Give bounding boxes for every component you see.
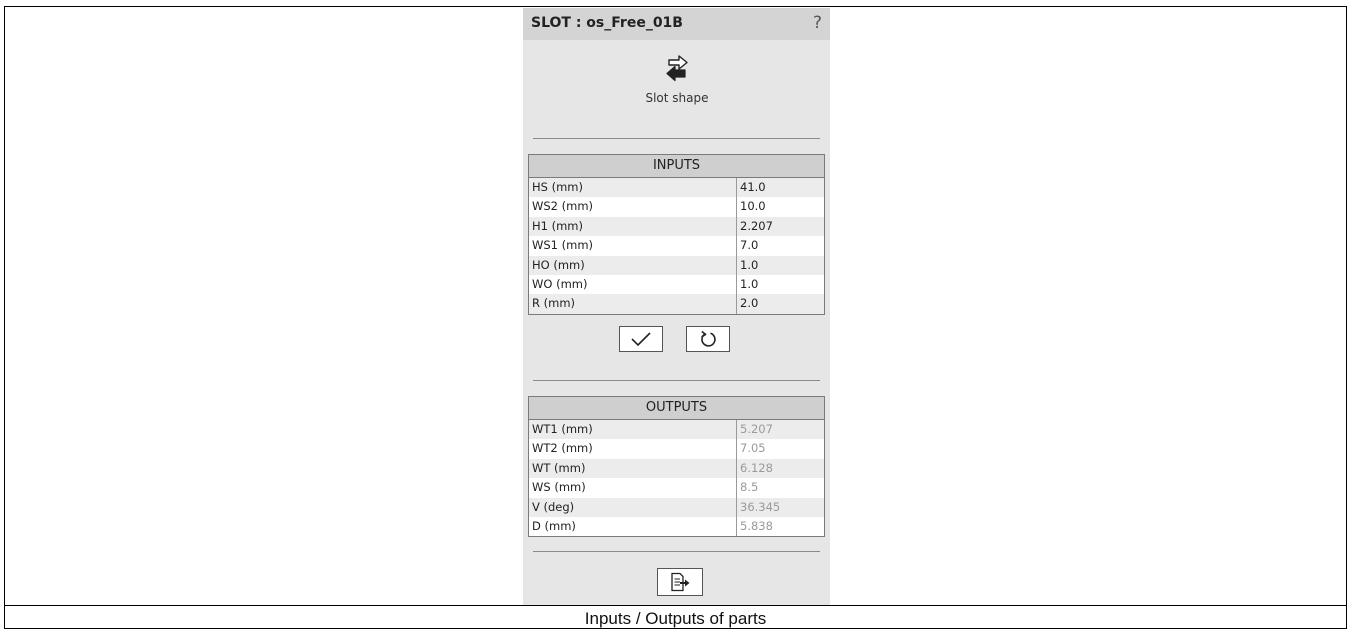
input-row: WS2 (mm) 10.0	[529, 197, 824, 217]
output-label: WT (mm)	[529, 458, 737, 479]
figure-caption: Inputs / Outputs of parts	[584, 609, 767, 628]
input-row: R (mm) 2.0	[529, 294, 824, 314]
input-row: HS (mm) 41.0	[529, 178, 824, 198]
output-label: WS (mm)	[529, 478, 737, 498]
input-row: H1 (mm) 2.207	[529, 216, 824, 237]
output-row: WT2 (mm) 7.05	[529, 439, 824, 459]
apply-button[interactable]	[619, 326, 663, 352]
swap-arrows-icon	[666, 55, 688, 82]
output-row: WS (mm) 8.5	[529, 478, 824, 498]
slot-panel: SLOT : os_Free_01B ? Slot shape INPUTS H…	[523, 8, 830, 605]
output-label: V (deg)	[529, 497, 737, 517]
output-value: 5.207	[740, 422, 773, 436]
checkmark-icon	[631, 332, 651, 347]
output-label: WT1 (mm)	[529, 420, 737, 440]
input-label: WO (mm)	[529, 274, 737, 295]
output-value: 36.345	[740, 499, 781, 514]
output-value: 7.05	[740, 441, 766, 456]
caption-divider	[4, 605, 1347, 606]
input-value[interactable]: 1.0	[737, 275, 824, 294]
input-row: WO (mm) 1.0	[529, 274, 824, 295]
undo-icon	[701, 330, 716, 347]
inputs-table: INPUTS HS (mm) 41.0 WS2 (mm) 10.0 H1 (mm) 2…	[528, 154, 825, 315]
slot-shape-label: Slot shape	[645, 91, 709, 105]
input-label: WS1 (mm)	[529, 236, 737, 256]
input-value[interactable]: 7.0	[737, 236, 824, 255]
input-label: WS2 (mm)	[529, 197, 737, 217]
inputs-header: INPUTS	[529, 155, 824, 178]
output-row: V (deg) 36.345	[529, 497, 824, 517]
output-value: 5.838	[740, 518, 773, 533]
export-button[interactable]	[657, 568, 703, 596]
reset-button[interactable]	[686, 326, 730, 352]
input-value[interactable]: 10.0	[737, 197, 824, 216]
question-mark-icon[interactable]: ?	[813, 13, 822, 33]
input-row: WS1 (mm) 7.0	[529, 236, 824, 256]
input-value[interactable]: 2.0	[737, 294, 824, 313]
export-document-icon	[671, 572, 690, 592]
input-value[interactable]: 1.0	[737, 256, 824, 275]
divider	[533, 551, 820, 552]
input-label: H1 (mm)	[529, 216, 737, 237]
divider	[533, 138, 820, 139]
output-value: 8.5	[740, 480, 759, 495]
input-label: HS (mm)	[529, 178, 737, 198]
output-row: D (mm) 5.838	[529, 516, 824, 537]
output-label: D (mm)	[529, 516, 737, 537]
panel-header: SLOT : os_Free_01B ?	[523, 8, 830, 40]
output-value: 6.128	[740, 460, 773, 475]
input-label: HO (mm)	[529, 255, 737, 275]
output-row: WT (mm) 6.128	[529, 458, 824, 479]
divider	[533, 380, 820, 381]
outputs-header: OUTPUTS	[529, 397, 824, 420]
input-label: R (mm)	[529, 294, 737, 314]
input-value[interactable]: 2.207	[737, 217, 824, 236]
output-row: WT1 (mm) 5.207	[529, 420, 824, 440]
panel-title: SLOT : os_Free_01B	[531, 15, 683, 31]
outputs-table: OUTPUTS WT1 (mm) 5.207 WT2 (mm) 7.05 WT (m…	[528, 396, 825, 538]
input-value[interactable]: 41.0	[737, 178, 824, 197]
slot-shape-button[interactable]: Slot shape	[627, 53, 727, 115]
input-row: HO (mm) 1.0	[529, 255, 824, 275]
output-label: WT2 (mm)	[529, 439, 737, 459]
